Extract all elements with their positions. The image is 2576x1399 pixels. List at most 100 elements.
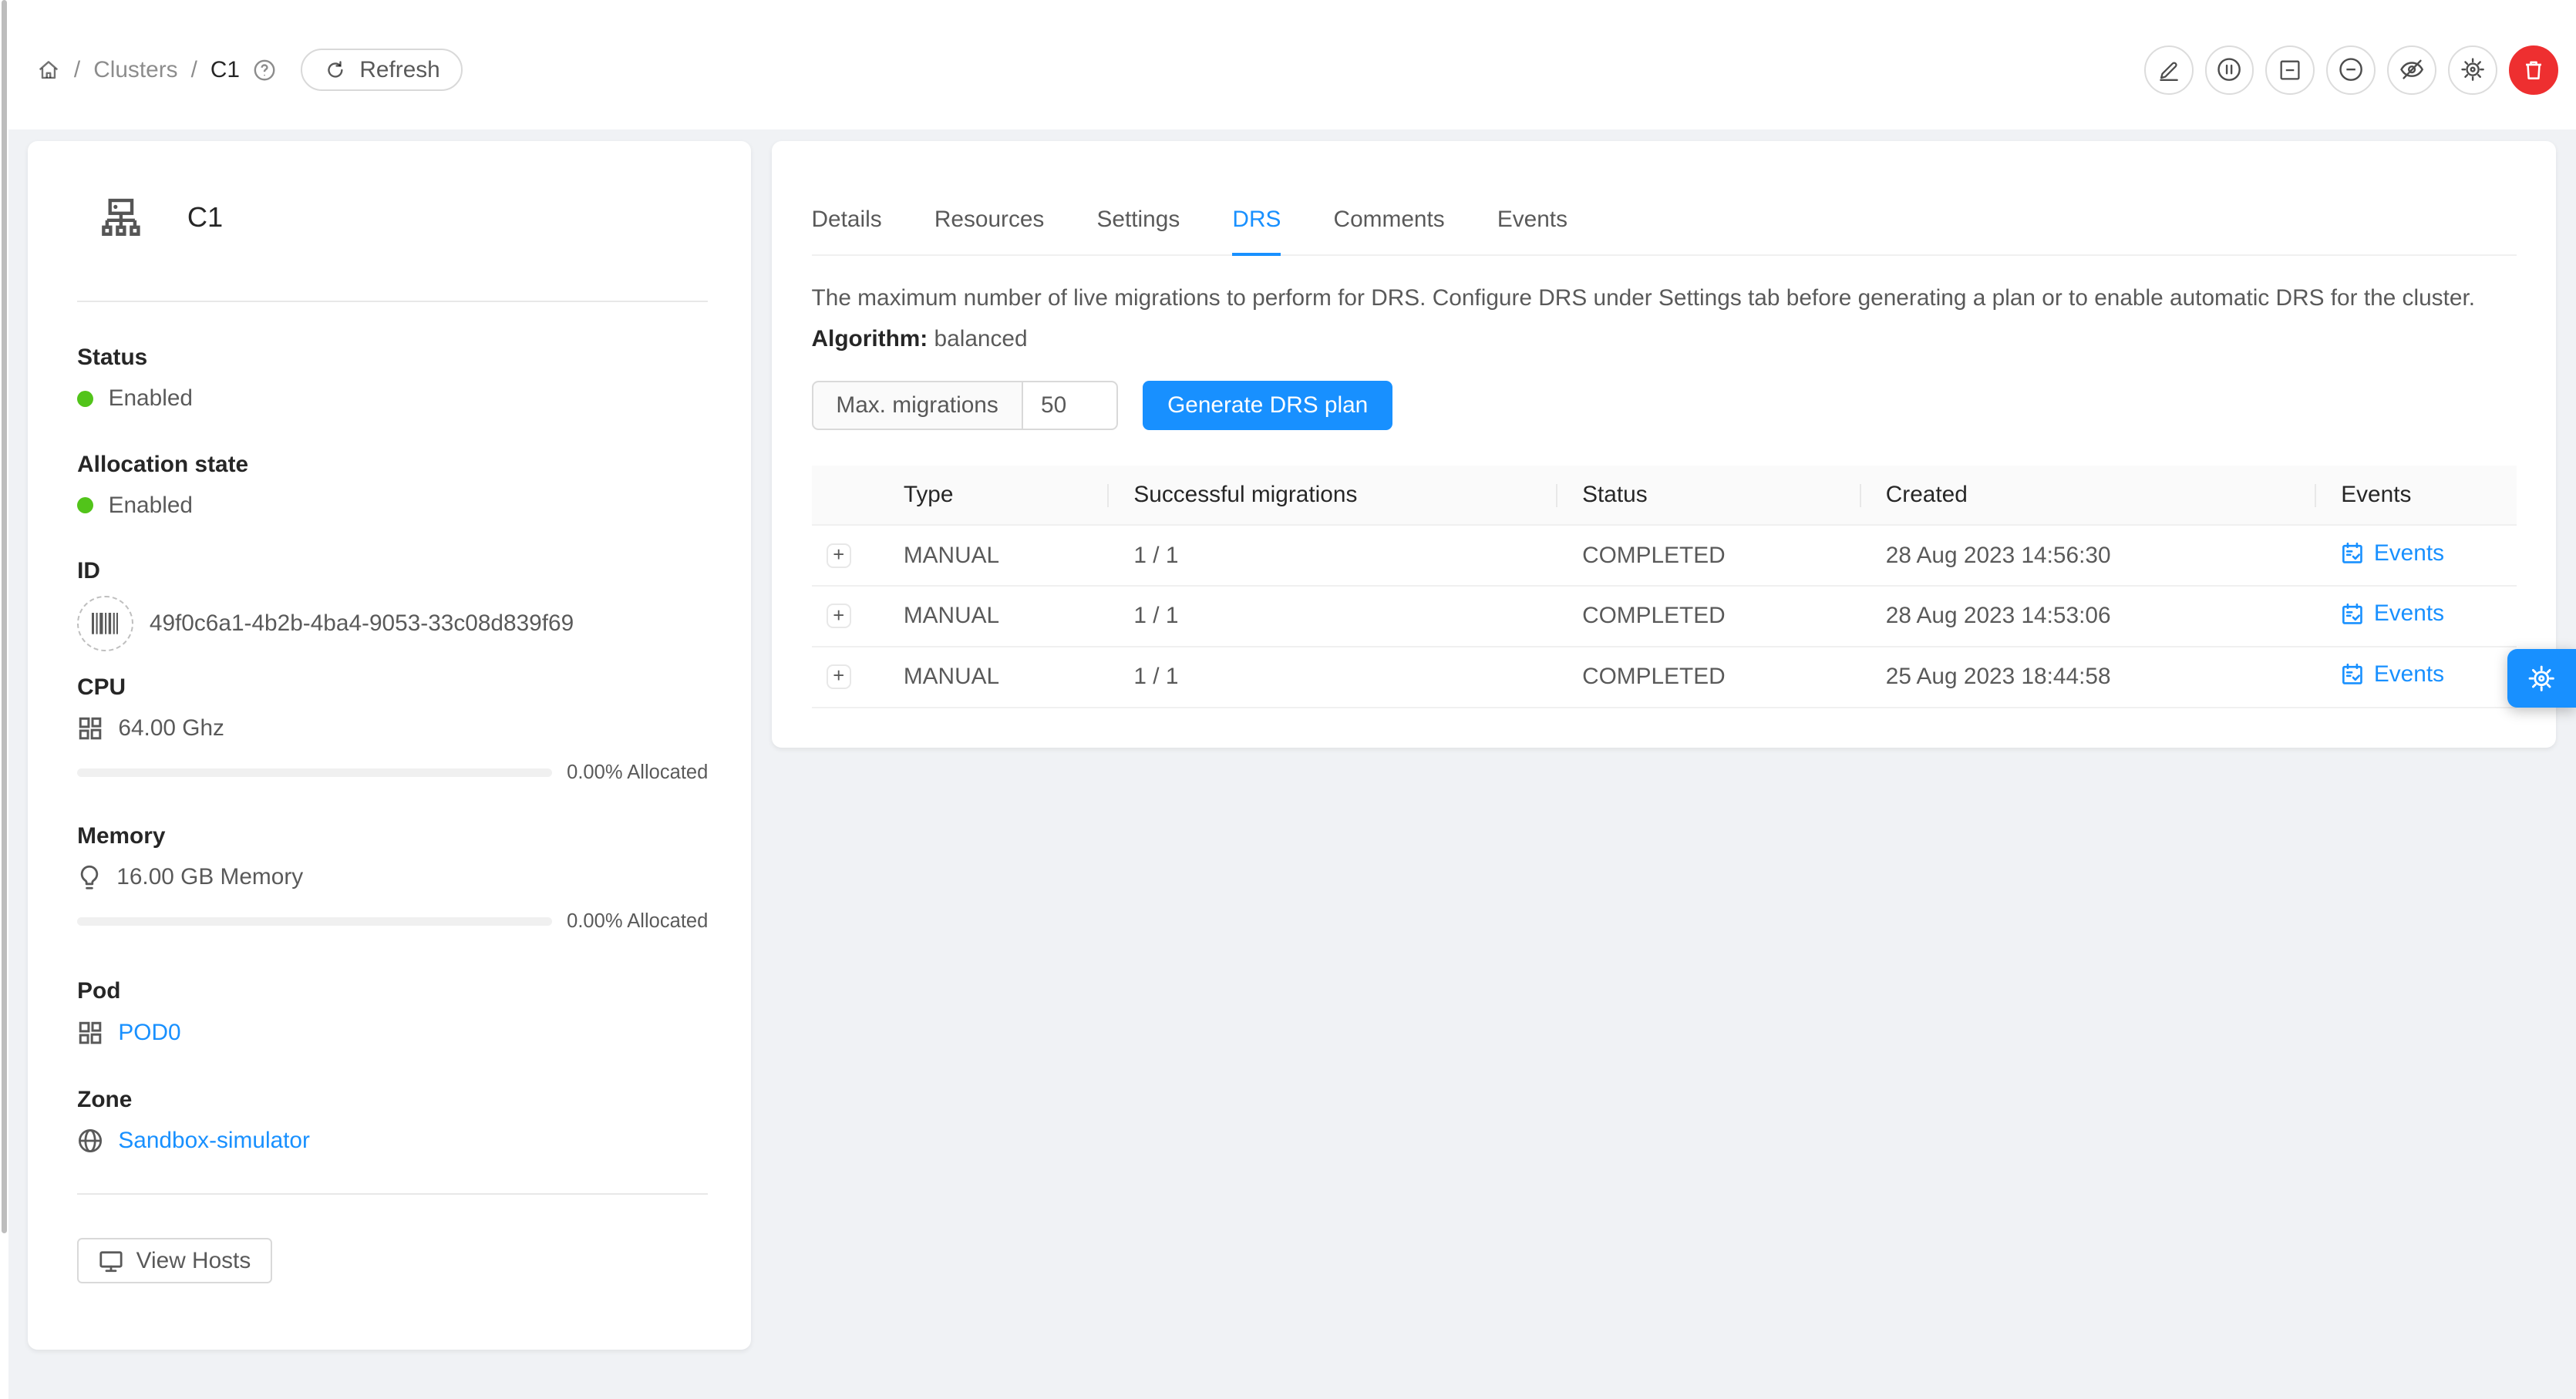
column-type: Type: [877, 466, 1108, 525]
table-row: + MANUAL 1 / 1 COMPLETED 28 Aug 2023 14:…: [812, 586, 2517, 647]
status-value: Enabled: [109, 385, 193, 412]
view-hosts-label: View Hosts: [136, 1248, 251, 1274]
events-link[interactable]: Events: [2341, 661, 2444, 688]
resource-header: C1: [77, 193, 708, 241]
events-link[interactable]: Events: [2341, 600, 2444, 627]
eye-invisible-icon: [2398, 55, 2426, 83]
minus-square-icon: [2277, 57, 2303, 83]
id-label: ID: [77, 558, 708, 584]
cell-created: 25 Aug 2023 18:44:58: [1860, 647, 2315, 708]
status-section: Status Enabled: [77, 345, 708, 412]
minus-circle-icon: [2337, 55, 2365, 83]
cell-status: COMPLETED: [1556, 525, 1860, 586]
minus-square-button[interactable]: [2265, 45, 2315, 95]
cell-successful-migrations: 1 / 1: [1107, 525, 1556, 586]
generate-drs-plan-button[interactable]: Generate DRS plan: [1143, 381, 1392, 430]
tab-settings[interactable]: Settings: [1097, 190, 1180, 254]
question-circle-icon[interactable]: [251, 57, 278, 83]
expand-row-button[interactable]: +: [827, 543, 851, 568]
events-link-label: Events: [2374, 540, 2444, 567]
expand-column-header: [812, 466, 877, 525]
allocation-dot-icon: [77, 497, 93, 513]
tab-drs[interactable]: DRS: [1232, 190, 1281, 256]
expand-row-button[interactable]: +: [827, 664, 851, 689]
tab-details[interactable]: Details: [812, 190, 882, 254]
view-hosts-button[interactable]: View Hosts: [77, 1238, 272, 1284]
max-migrations-input[interactable]: [1023, 381, 1119, 430]
allocation-state-section: Allocation state Enabled: [77, 452, 708, 519]
cpu-allocated-text: 0.00% Allocated: [567, 762, 708, 784]
cell-type: MANUAL: [877, 647, 1108, 708]
breadcrumb-separator: /: [191, 57, 197, 83]
cell-status: COMPLETED: [1556, 647, 1860, 708]
schedule-icon: [2341, 603, 2364, 626]
drs-plan-table: Type Successful migrations Status Create…: [812, 466, 2517, 708]
barcode-icon: [77, 596, 133, 651]
desktop-icon: [99, 1249, 123, 1273]
edit-icon: [2156, 57, 2182, 83]
events-link-label: Events: [2374, 661, 2444, 688]
minus-circle-button[interactable]: [2326, 45, 2376, 95]
cell-created: 28 Aug 2023 14:53:06: [1860, 586, 2315, 647]
events-link[interactable]: Events: [2341, 540, 2444, 567]
refresh-button[interactable]: Refresh: [301, 49, 463, 91]
algorithm-value: balanced: [934, 326, 1028, 351]
home-icon[interactable]: [36, 58, 61, 82]
table-row: + MANUAL 1 / 1 COMPLETED 28 Aug 2023 14:…: [812, 525, 2517, 586]
memory-value: 16.00 GB Memory: [116, 864, 303, 890]
memory-label: Memory: [77, 823, 708, 849]
hide-button[interactable]: [2387, 45, 2436, 95]
tab-bar: Details Resources Settings DRS Comments …: [812, 141, 2517, 256]
cluster-icon: [97, 193, 145, 241]
max-migrations-group: Max. migrations: [812, 381, 1119, 430]
drs-controls: Max. migrations Generate DRS plan: [812, 381, 2517, 430]
breadcrumb-current: C1: [210, 57, 240, 83]
delete-button[interactable]: [2509, 45, 2558, 95]
bulb-icon: [77, 864, 102, 890]
zone-link[interactable]: Sandbox-simulator: [118, 1128, 310, 1154]
table-header-row: Type Successful migrations Status Create…: [812, 466, 2517, 525]
status-label: Status: [77, 345, 708, 371]
column-successful-migrations: Successful migrations: [1107, 466, 1556, 525]
pause-circle-icon: [2215, 55, 2243, 83]
resource-actions: [2144, 45, 2558, 95]
memory-section: Memory 16.00 GB Memory 0.00% Allocated: [77, 823, 708, 933]
breadcrumb-clusters[interactable]: Clusters: [93, 57, 177, 83]
allocation-state-label: Allocation state: [77, 452, 708, 478]
cpu-label: CPU: [77, 674, 708, 701]
column-status: Status: [1556, 466, 1860, 525]
resource-title: C1: [187, 201, 223, 234]
tab-resources[interactable]: Resources: [934, 190, 1045, 254]
refresh-label: Refresh: [359, 57, 439, 83]
tab-comments[interactable]: Comments: [1334, 190, 1445, 254]
column-created: Created: [1860, 466, 2315, 525]
divider: [77, 1193, 708, 1195]
column-events: Events: [2315, 466, 2517, 525]
pod-link[interactable]: POD0: [118, 1020, 180, 1046]
zone-label: Zone: [77, 1087, 708, 1113]
gear-icon: [2459, 55, 2487, 83]
scrollbar-thumb[interactable]: [2, 0, 6, 1233]
id-section: ID 49f0c6a1-4b2b-4ba4-9053-33c08d839f69: [77, 558, 708, 651]
drs-description: The maximum number of live migrations to…: [812, 282, 2517, 315]
memory-progress: 0.00% Allocated: [77, 910, 708, 933]
appstore-icon: [77, 1020, 103, 1046]
schedule-icon: [2341, 663, 2364, 686]
settings-button[interactable]: [2448, 45, 2497, 95]
trash-icon: [2520, 57, 2547, 83]
expand-row-button[interactable]: +: [827, 604, 851, 628]
floating-settings-button[interactable]: [2507, 649, 2576, 708]
schedule-icon: [2341, 542, 2364, 565]
status-dot-icon: [77, 391, 93, 407]
pause-button[interactable]: [2205, 45, 2254, 95]
cpu-progress-track: [77, 768, 552, 777]
reload-icon: [324, 59, 347, 82]
main-content: C1 Status Enabled Allocation state Enabl…: [0, 129, 2576, 1349]
resource-info-card: C1 Status Enabled Allocation state Enabl…: [28, 141, 751, 1349]
pod-section: Pod POD0: [77, 978, 708, 1045]
appstore-icon: [77, 715, 103, 742]
edit-button[interactable]: [2144, 45, 2194, 95]
events-link-label: Events: [2374, 600, 2444, 627]
tab-events[interactable]: Events: [1497, 190, 1567, 254]
table-row: + MANUAL 1 / 1 COMPLETED 25 Aug 2023 18:…: [812, 647, 2517, 708]
